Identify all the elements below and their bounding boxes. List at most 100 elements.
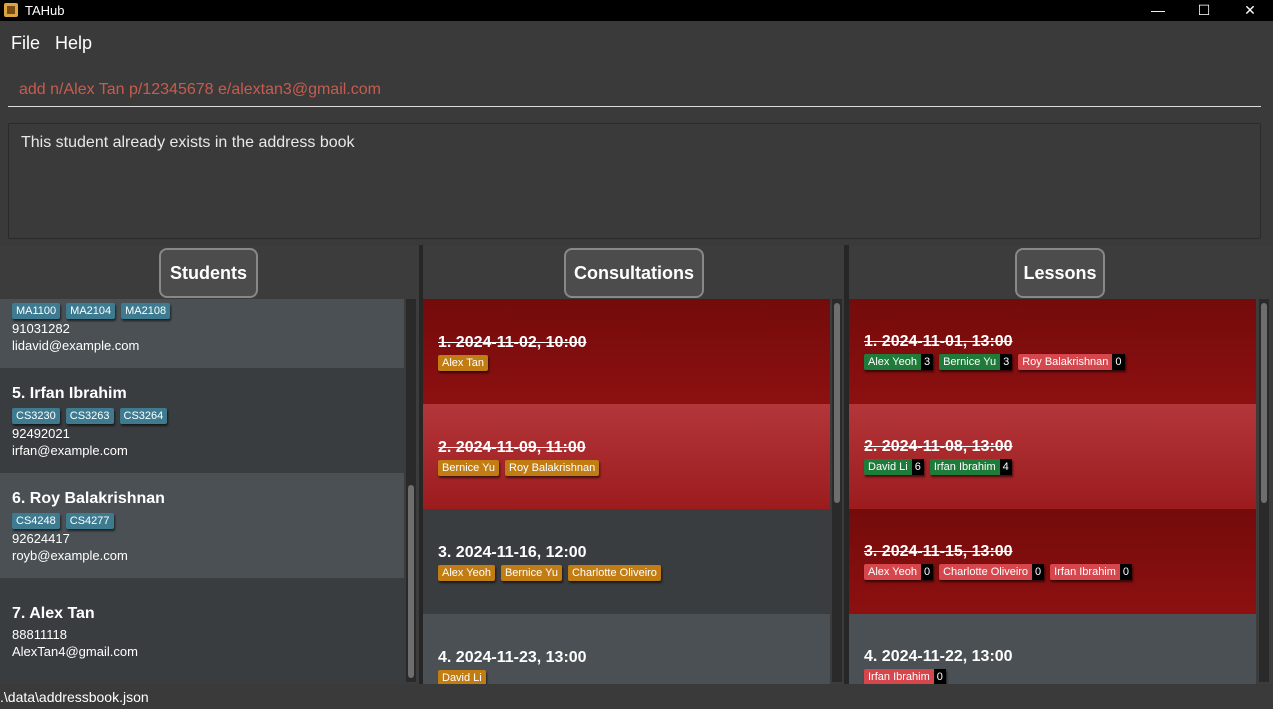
student-name: 5. Irfan Ibrahim [12,385,127,402]
lessons-panel: Lessons 1. 2024-11-01, 13:00 Alex Yeoh 3 … [849,245,1273,684]
student-email: irfan@example.com [12,443,128,458]
participation-count: 3 [920,354,934,370]
consultations-scroll-thumb[interactable] [834,303,840,503]
lessons-header: Lessons [849,245,1273,299]
student-card[interactable]: 6. Roy Balakrishnan CS4248 CS4277 926244… [0,473,404,578]
student-phone: 92492021 [12,426,70,441]
result-text: This student already exists in the addre… [21,134,355,151]
module-tag: CS3263 [65,408,114,424]
student-phone: 88811118 [12,627,67,642]
lesson-card[interactable]: 2. 2024-11-08, 13:00 David Li 6 Irfan Ibr… [849,404,1256,509]
student-name: 7. Alex Tan [12,605,95,622]
attendance-name: Roy Balakrishnan [1018,354,1113,370]
consultation-card[interactable]: 2. 2024-11-09, 11:00 Bernice Yu Roy Bala… [423,404,830,509]
attendance-name: Alex Yeoh [864,354,921,370]
student-phone: 92624417 [12,531,70,546]
student-card[interactable]: 5. Irfan Ibrahim CS3230 CS3263 CS3264 92… [0,368,404,473]
menu-bar: File Help [0,21,1273,63]
consultation-title: 3. 2024-11-16, 12:00 [438,544,587,561]
student-name: 6. Roy Balakrishnan [12,490,165,507]
lesson-card[interactable]: 4. 2024-11-22, 13:00 Irfan Ibrahim 0 [849,614,1256,684]
attendance-tags: Irfan Ibrahim 0 [864,669,946,684]
consultations-header: Consultations [423,245,844,299]
participation-count: 0 [920,564,934,580]
consultations-panel: Consultations 1. 2024-11-02, 10:00 Alex … [423,245,844,684]
attendance-tag: Irfan Ibrahim 4 [929,459,1012,475]
attendance-tags: David Li 6 Irfan Ibrahim 4 [864,459,1012,475]
attendance-name: Charlotte Oliveiro [939,564,1033,580]
attendance-tag: Bernice Yu 3 [939,354,1013,370]
maximize-button[interactable]: ☐ [1181,0,1227,21]
module-tag: CS4277 [65,513,114,529]
student-email: AlexTan4@gmail.com [12,644,138,659]
attendance-tags: Alex Yeoh 3 Bernice Yu 3 Roy Balakrishnan 0 [864,354,1125,370]
participation-count: 0 [1032,564,1045,580]
module-tag: MA1100 [12,303,61,319]
students-scroll-thumb[interactable] [408,485,414,678]
consultation-card[interactable]: 3. 2024-11-16, 12:00 Alex Yeoh Bernice Y… [423,509,830,614]
result-display[interactable]: This student already exists in the addre… [8,123,1261,239]
attendance-tag: Irfan Ibrahim 0 [1050,564,1133,580]
menu-help[interactable]: Help [55,33,92,54]
consultation-title: 1. 2024-11-02, 10:00 [438,334,587,351]
status-bar: .\data\addressbook.json [0,684,1273,709]
student-tags: Alex Yeoh Bernice Yu Charlotte Oliveiro [438,565,661,581]
app-icon [4,3,18,17]
module-tags: MA1100 MA2104 MA2108 [12,303,171,319]
consultation-title: 2. 2024-11-09, 11:00 [438,439,586,456]
menu-file[interactable]: File [11,33,40,54]
command-text: add n/Alex Tan p/12345678 e/alextan3@gma… [19,81,381,98]
attendance-name: Irfan Ibrahim [1050,564,1120,580]
student-card[interactable]: 7. Alex Tan 88811118 AlexTan4@gmail.com [0,578,404,684]
student-email: lidavid@example.com [12,338,140,353]
lesson-card[interactable]: 3. 2024-11-15, 13:00 Alex Yeoh 0 Charlott… [849,509,1256,614]
lessons-scroll-thumb[interactable] [1261,303,1267,503]
lesson-title: 4. 2024-11-22, 13:00 [864,648,1013,665]
student-tag: Bernice Yu [500,565,562,581]
student-tag: Bernice Yu [438,460,500,476]
lesson-title: 3. 2024-11-15, 13:00 [864,543,1013,560]
attendance-name: Bernice Yu [939,354,1001,370]
participation-count: 0 [1112,354,1125,370]
module-tag: MA2104 [66,303,116,319]
attendance-name: David Li [864,459,912,475]
save-location: .\data\addressbook.json [0,689,149,705]
student-tags: Alex Tan [438,355,488,371]
student-card[interactable]: MA1100 MA2104 MA2108 91031282 lidavid@ex… [0,299,404,368]
student-phone: 91031282 [12,321,70,336]
attendance-tag: David Li 6 [864,459,924,475]
students-scrollbar[interactable] [406,299,416,682]
students-panel: Students MA1100 MA2104 MA2108 91031282 l… [0,245,419,684]
student-tags: David Li [438,670,486,684]
close-button[interactable]: ✕ [1227,0,1273,21]
command-input[interactable]: add n/Alex Tan p/12345678 e/alextan3@gma… [8,65,1261,107]
consultation-card[interactable]: 1. 2024-11-02, 10:00 Alex Tan [423,299,830,404]
students-tab: Students [159,248,258,298]
attendance-tag: Charlotte Oliveiro 0 [939,564,1045,580]
minimize-button[interactable]: — [1135,0,1181,21]
participation-count: 0 [1119,564,1133,580]
module-tag: CS3264 [119,408,168,424]
participation-count: 6 [911,459,924,475]
lessons-scrollbar[interactable] [1259,299,1269,682]
consultation-card[interactable]: 4. 2024-11-23, 13:00 David Li [423,614,830,684]
module-tags: CS4248 CS4277 [12,513,114,529]
student-tag: Charlotte Oliveiro [567,565,661,581]
attendance-tag: Roy Balakrishnan 0 [1018,354,1125,370]
lesson-card[interactable]: 1. 2024-11-01, 13:00 Alex Yeoh 3 Bernice … [849,299,1256,404]
participation-count: 3 [1000,354,1013,370]
student-tag: David Li [438,670,486,684]
module-tag: CS3230 [12,408,60,424]
lesson-title: 2. 2024-11-08, 13:00 [864,438,1013,455]
student-tag: Alex Tan [438,355,488,371]
consultations-scrollbar[interactable] [832,299,842,682]
participation-count: 4 [999,459,1012,475]
students-header: Students [0,245,419,299]
participation-count: 0 [933,669,946,684]
module-tags: CS3230 CS3263 CS3264 [12,408,168,424]
module-tag: MA2108 [121,303,171,319]
consultations-tab: Consultations [564,248,704,298]
command-panel: add n/Alex Tan p/12345678 e/alextan3@gma… [0,63,1273,245]
attendance-name: Irfan Ibrahim [929,459,1000,475]
attendance-tags: Alex Yeoh 0 Charlotte Oliveiro 0 Irfan Ibr… [864,564,1133,580]
